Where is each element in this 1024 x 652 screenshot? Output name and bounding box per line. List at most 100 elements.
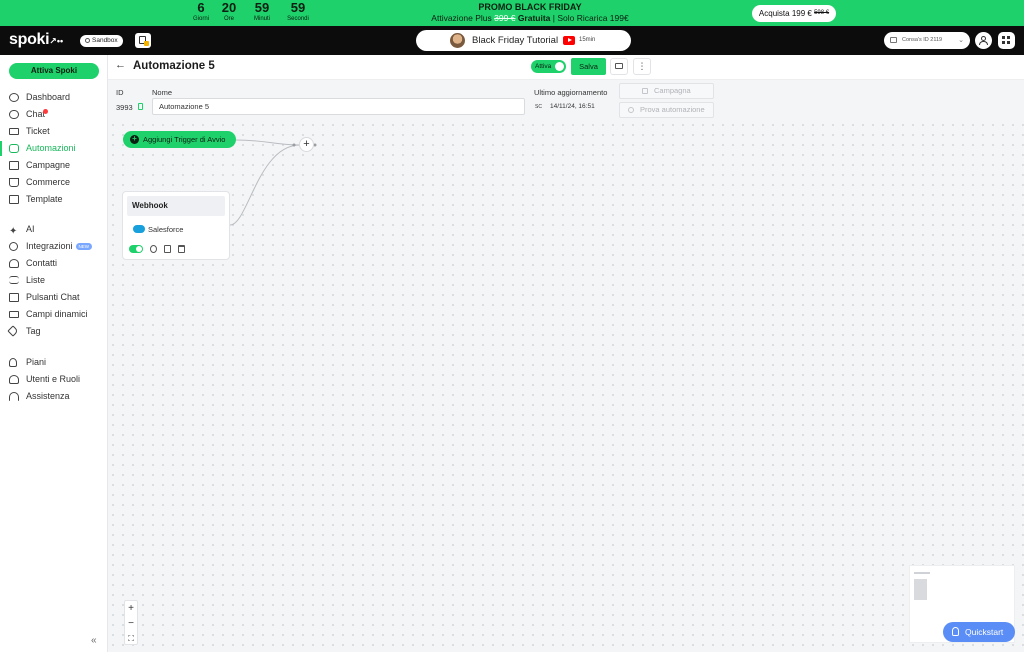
play-icon	[628, 107, 634, 113]
page-title: Automazione 5	[133, 60, 215, 72]
promo-banner: 6 Giorni 20 Ore 59 Minuti 59 Secondi PRO…	[0, 0, 1024, 26]
buy-button[interactable]: Acquista 199 € 598 €	[752, 5, 836, 22]
users-icon	[9, 375, 19, 384]
rocket-icon	[9, 358, 17, 367]
apps-grid-button[interactable]	[998, 32, 1015, 49]
sidebar-item-template[interactable]: Template	[0, 191, 107, 208]
integration-label: Salesforce	[148, 225, 184, 234]
add-trigger-button[interactable]: + Aggiungi Trigger di Avvio	[123, 131, 236, 148]
countdown-days: 6 Giorni	[192, 0, 209, 22]
presenter-avatar	[450, 33, 465, 48]
quickstart-button[interactable]: Quickstart	[943, 622, 1015, 642]
back-arrow-icon[interactable]: ←	[115, 59, 126, 71]
document-icon[interactable]	[164, 245, 171, 253]
collapse-sidebar-button[interactable]: «	[91, 635, 97, 646]
sidebar-item-pulsanti-chat[interactable]: Pulsanti Chat	[0, 289, 107, 306]
minimap-node	[914, 579, 927, 600]
megaphone-icon	[9, 161, 19, 170]
countdown-seconds: 59 Secondi	[287, 0, 309, 22]
tag-icon	[7, 325, 19, 337]
ticket-icon	[9, 128, 19, 135]
new-badge: NEW	[75, 243, 93, 250]
minimap-trigger	[914, 572, 930, 574]
sidebar-item-chat[interactable]: Chat	[0, 106, 107, 123]
sidebar-item-liste[interactable]: Liste	[0, 272, 107, 289]
save-button[interactable]: Salva	[571, 58, 606, 75]
tasks-button[interactable]	[135, 33, 151, 48]
promo-title: PROMO BLACK FRIDAY	[478, 2, 582, 12]
chat-button-icon	[9, 293, 19, 302]
webhook-node[interactable]: Webhook Salesforce	[122, 191, 230, 260]
zoom-in-button[interactable]: +	[125, 601, 137, 616]
chevron-down-icon: ⌄	[958, 37, 964, 44]
sidebar-item-assistenza[interactable]: Assistenza	[0, 388, 107, 405]
name-field[interactable]	[152, 98, 525, 115]
flow-edges	[229, 139, 317, 226]
contacts-icon	[9, 259, 19, 268]
fit-view-button[interactable]: ⛶	[125, 631, 137, 646]
template-icon	[9, 195, 19, 204]
salesforce-icon	[133, 225, 145, 233]
test-automation-button[interactable]: Prova automazione	[619, 102, 714, 118]
promo-old-price: 399 €	[494, 13, 516, 23]
grid-icon	[1002, 36, 1005, 39]
promo-subtitle: Attivazione Plus 399 € Gratuita | Solo R…	[431, 13, 629, 23]
preview-button[interactable]	[610, 58, 628, 75]
top-nav: spoki↗•• Sandbox Black Friday Tutorial 1…	[0, 26, 1024, 55]
active-toggle[interactable]: Attiva	[531, 60, 566, 73]
sidebar-item-automazioni[interactable]: Automazioni	[0, 140, 107, 157]
lightbulb-icon	[952, 627, 959, 636]
chat-unread-dot	[43, 109, 48, 114]
countdown-minutes: 59 Minuti	[253, 0, 270, 22]
message-icon	[615, 63, 623, 69]
countdown-hours: 20 Ore	[221, 0, 237, 22]
sidebar-item-utenti-ruoli[interactable]: Utenti e Ruoli	[0, 371, 107, 388]
copy-icon[interactable]	[138, 103, 143, 110]
sidebar-item-ticket[interactable]: Ticket	[0, 123, 107, 140]
updated-label: Ultimo aggiornamento	[534, 88, 608, 97]
sandbox-badge[interactable]: Sandbox	[80, 35, 123, 47]
toggle-knob	[555, 62, 564, 71]
plug-icon	[9, 242, 18, 251]
sidebar: Attiva Spoki Dashboard Chat Ticket Autom…	[0, 55, 108, 652]
sidebar-item-contatti[interactable]: Contatti	[0, 255, 107, 272]
sidebar-item-campagne[interactable]: Campagne	[0, 157, 107, 174]
more-options-button[interactable]: ⋮	[633, 58, 651, 75]
megaphone-icon	[642, 88, 648, 94]
automation-header: ← Automazione 5 Attiva Salva ⋮	[108, 55, 1024, 80]
user-profile-button[interactable]	[975, 32, 992, 49]
sidebar-item-integrazioni[interactable]: Integrazioni NEW	[0, 238, 107, 255]
plus-circle-icon: +	[130, 135, 139, 144]
flow-canvas[interactable]: + Aggiungi Trigger di Avvio + Webhook Sa…	[108, 120, 1024, 652]
sidebar-item-ai[interactable]: ✦ AI	[0, 221, 107, 238]
zoom-out-button[interactable]: −	[125, 616, 137, 631]
account-selector[interactable]: Consa's ID 2119 ⌄	[884, 32, 970, 49]
list-icon	[9, 276, 19, 284]
sidebar-item-piani[interactable]: Piani	[0, 354, 107, 371]
sidebar-item-commerce[interactable]: Commerce	[0, 174, 107, 191]
node-enabled-toggle[interactable]	[129, 245, 143, 253]
sidebar-item-tag[interactable]: Tag	[0, 323, 107, 340]
automation-icon	[9, 144, 19, 153]
headset-icon	[9, 392, 19, 401]
spoki-logo[interactable]: spoki↗••	[9, 31, 63, 49]
sidebar-item-dashboard[interactable]: Dashboard	[0, 89, 107, 106]
name-label: Nome	[152, 88, 173, 97]
notification-badge	[144, 41, 149, 46]
sidebar-item-campi-dinamici[interactable]: Campi dinamici	[0, 306, 107, 323]
trash-icon[interactable]	[178, 245, 185, 253]
youtube-icon	[563, 36, 575, 45]
campaign-button[interactable]: Campagna	[619, 83, 714, 99]
zoom-controls: + − ⛶	[124, 600, 138, 645]
black-friday-tutorial-button[interactable]: Black Friday Tutorial 15min	[416, 30, 631, 51]
webhook-node-title: Webhook	[127, 196, 225, 216]
chat-icon	[9, 110, 19, 119]
cart-icon	[9, 178, 19, 187]
settings-icon[interactable]	[150, 245, 157, 253]
dynamic-fields-icon	[9, 311, 19, 318]
id-label: ID	[116, 88, 124, 97]
add-node-button[interactable]: +	[299, 137, 314, 152]
activate-spoki-button[interactable]: Attiva Spoki	[9, 63, 99, 79]
updated-by-avatar: SC	[535, 104, 542, 110]
sandbox-icon	[85, 37, 90, 43]
